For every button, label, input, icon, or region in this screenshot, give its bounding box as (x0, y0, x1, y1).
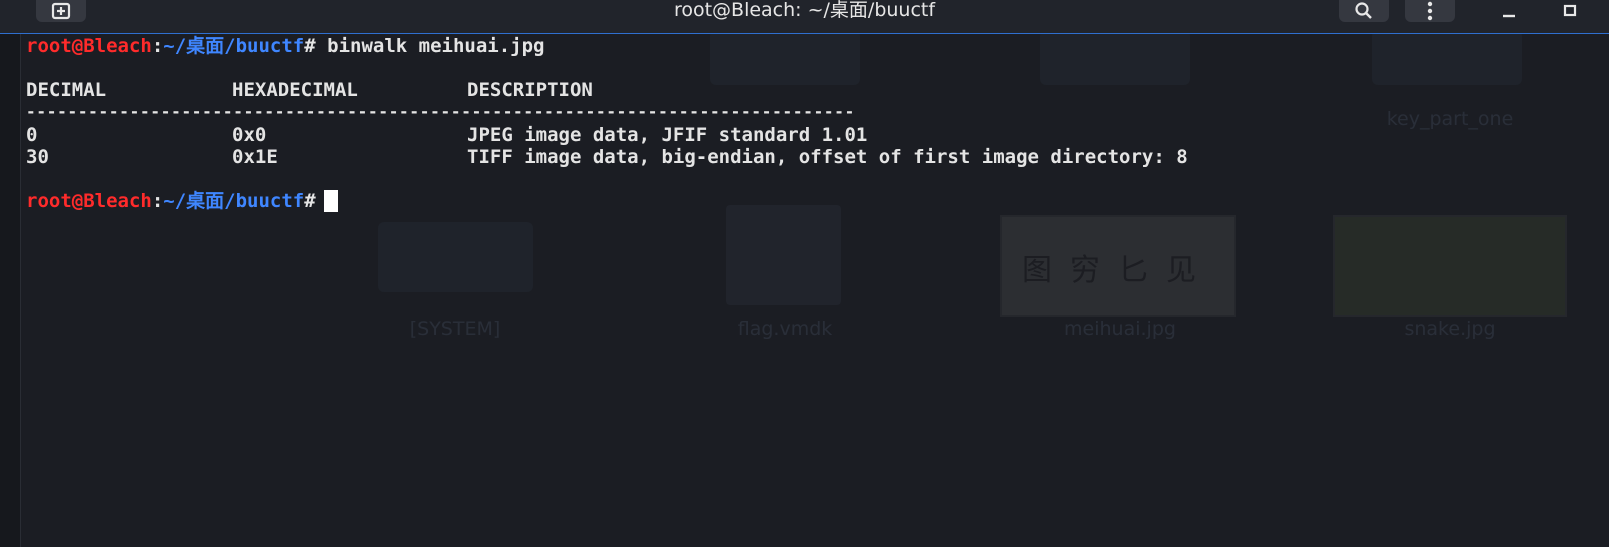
terminal-titlebar: root@Bleach: ~/桌面/buuctf (0, 0, 1609, 34)
maximize-icon (1563, 4, 1577, 17)
table-header-row: DECIMAL HEXADECIMAL DESCRIPTION (26, 79, 1526, 101)
kebab-menu-icon (1427, 1, 1433, 21)
minimize-button[interactable] (1495, 0, 1523, 22)
table-row: 30 0x1E TIFF image data, big-endian, off… (26, 146, 1526, 168)
prompt-user: root@Bleach (26, 190, 152, 212)
search-icon (1355, 2, 1372, 19)
row-hexadecimal: 0x0 (232, 124, 267, 146)
table-separator: ----------------------------------------… (26, 102, 856, 121)
prompt-hash: # (304, 35, 316, 57)
prompt-user: root@Bleach (26, 35, 152, 57)
terminal-output[interactable]: root@Bleach:~/桌面/buuctf# binwalk meihuai… (26, 33, 1609, 547)
prompt-colon: : (151, 190, 164, 212)
row-description: TIFF image data, big-endian, offset of f… (467, 146, 1188, 168)
command-line: root@Bleach:~/桌面/buuctf# binwalk meihuai… (26, 35, 544, 57)
header-decimal: DECIMAL (26, 79, 107, 101)
maximize-button[interactable] (1556, 0, 1584, 22)
prompt-path: ~/桌面/buuctf (163, 35, 305, 57)
header-description: DESCRIPTION (467, 79, 593, 101)
search-button[interactable] (1339, 0, 1389, 22)
text-cursor (323, 190, 338, 212)
prompt-path: ~/桌面/buuctf (163, 190, 305, 212)
active-prompt-line[interactable]: root@Bleach:~/桌面/buuctf# (26, 190, 338, 212)
header-hexadecimal: HEXADECIMAL (232, 79, 358, 101)
row-decimal: 30 (26, 146, 49, 168)
prompt-hash: # (304, 190, 316, 212)
menu-button[interactable] (1405, 0, 1455, 22)
row-description: JPEG image data, JFIF standard 1.01 (467, 124, 868, 146)
desktop-left-panel (0, 33, 21, 547)
prompt-colon: : (151, 35, 164, 57)
row-hexadecimal: 0x1E (232, 146, 278, 168)
command-text: binwalk meihuai.jpg (315, 35, 545, 57)
row-decimal: 0 (26, 124, 38, 146)
table-row: 0 0x0 JPEG image data, JFIF standard 1.0… (26, 124, 1526, 146)
minimize-icon (1503, 14, 1515, 18)
